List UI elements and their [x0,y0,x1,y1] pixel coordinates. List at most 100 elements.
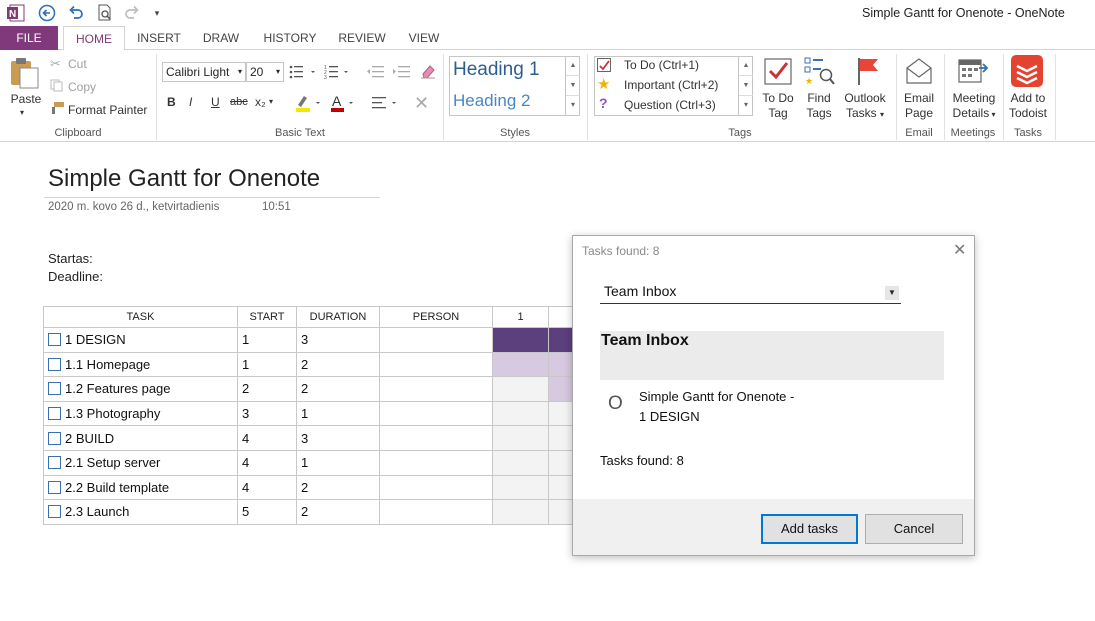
increase-indent-icon[interactable] [392,64,412,80]
start-cell[interactable]: 1 [237,327,297,353]
highlight-color-icon[interactable] [294,93,324,113]
start-cell[interactable]: 3 [237,400,297,427]
person-cell[interactable] [379,351,493,378]
duration-cell[interactable]: 2 [296,474,380,501]
todo-tag-icon[interactable] [763,56,793,86]
tab-draw[interactable]: DRAW [196,26,246,50]
duration-cell[interactable]: 2 [296,499,380,525]
subscript-button[interactable]: x₂ [255,95,266,109]
strikethrough-button[interactable]: abc [230,96,248,108]
duration-cell[interactable]: 1 [296,400,380,427]
outlook-tasks-flag-icon[interactable] [852,56,882,86]
start-cell[interactable]: 4 [237,474,297,501]
paste-icon[interactable] [8,56,42,90]
find-tags-icon[interactable]: ★ [804,56,836,86]
task-bullet-icon[interactable]: O [608,393,623,415]
task-cell[interactable]: 1.2 Features page [43,376,238,402]
person-cell[interactable] [379,400,493,427]
decrease-indent-icon[interactable] [366,64,386,80]
deadline-label[interactable]: Deadline: [48,269,103,284]
add-tasks-button[interactable]: Add tasks [761,514,858,544]
scroll-down-icon[interactable]: ▼ [739,76,753,96]
task-cell[interactable]: 2 BUILD [43,425,238,451]
undo-icon[interactable] [66,3,86,23]
person-cell[interactable] [379,376,493,402]
add-to-todoist-button[interactable]: Add to Todoist [1004,91,1052,121]
start-cell[interactable]: 5 [237,499,297,525]
print-preview-icon[interactable] [95,3,115,23]
tab-view[interactable]: VIEW [402,26,446,50]
todo-checkbox[interactable] [48,456,61,470]
delete-icon[interactable]: ✕ [414,94,429,112]
outlook-tasks-button[interactable]: Outlook Tasks ▾ [840,91,890,122]
tag-important[interactable]: Important (Ctrl+2) [624,78,718,92]
start-cell[interactable]: 2 [237,376,297,402]
italic-button[interactable]: I [189,95,192,109]
tab-insert[interactable]: INSERT [131,26,187,50]
paragraph-alignment-icon[interactable] [371,95,401,111]
todo-tag-button[interactable]: To Do Tag [757,91,799,121]
redo-icon[interactable] [122,3,142,23]
style-heading-1[interactable]: Heading 1 [453,59,540,81]
bullets-icon[interactable] [289,64,319,80]
font-color-icon[interactable]: A [329,93,359,113]
todo-checkbox[interactable] [48,382,61,396]
task-cell[interactable]: 1.1 Homepage [43,351,238,378]
scroll-down-icon[interactable]: ▼ [566,76,580,96]
format-painter-button[interactable]: Format Painter [68,103,147,117]
clear-formatting-icon[interactable] [419,62,437,80]
chevron-down-icon[interactable]: ▼ [885,286,899,300]
close-icon[interactable]: ✕ [953,240,966,260]
duration-cell[interactable]: 2 [296,376,380,402]
page-title[interactable]: Simple Gantt for Onenote [48,165,320,193]
startas-label[interactable]: Startas: [48,251,93,266]
duration-cell[interactable]: 2 [296,351,380,378]
tab-file[interactable]: FILE [0,26,58,50]
scroll-up-icon[interactable]: ▲ [739,56,753,76]
bold-button[interactable]: B [167,95,176,109]
person-cell[interactable] [379,499,493,525]
duration-cell[interactable]: 1 [296,449,380,476]
find-tags-button[interactable]: Find Tags [799,91,839,121]
more-icon[interactable]: ▾ [566,96,580,114]
email-page-button[interactable]: Email Page [898,91,940,121]
onenote-logo-icon[interactable]: N [6,3,26,23]
project-select[interactable]: Team Inbox ▼ [600,280,901,304]
todoist-icon[interactable] [1011,55,1043,87]
person-cell[interactable] [379,449,493,476]
todo-checkbox[interactable] [48,333,61,347]
tags-scrollbar[interactable]: ▲ ▼ ▾ [738,56,753,116]
underline-button[interactable]: U [211,95,220,109]
cut-button[interactable]: Cut [68,57,87,71]
start-cell[interactable]: 4 [237,449,297,476]
person-cell[interactable] [379,425,493,451]
task-cell[interactable]: 2.2 Build template [43,474,238,501]
task-cell[interactable]: 1 DESIGN [43,327,238,353]
tab-review[interactable]: REVIEW [333,26,391,50]
paste-dropdown-icon[interactable]: ▾ [20,108,24,117]
meeting-details-button[interactable]: Meeting Details ▾ [946,91,1002,122]
styles-scrollbar[interactable]: ▲ ▼ ▾ [565,56,580,116]
back-icon[interactable] [37,3,57,23]
duration-cell[interactable]: 3 [296,425,380,451]
tab-home[interactable]: HOME [63,26,125,51]
start-cell[interactable]: 1 [237,351,297,378]
todo-checkbox[interactable] [48,407,61,421]
tab-history[interactable]: HISTORY [258,26,322,50]
person-cell[interactable] [379,327,493,353]
todo-checkbox[interactable] [48,480,61,494]
scroll-up-icon[interactable]: ▲ [566,56,580,76]
tag-question[interactable]: Question (Ctrl+3) [624,98,716,112]
start-cell[interactable]: 4 [237,425,297,451]
email-page-icon[interactable] [904,56,934,86]
numbering-icon[interactable]: 123 [324,64,354,81]
task-cell[interactable]: 2.3 Launch [43,499,238,525]
font-family-select[interactable]: Calibri Light ▾ [162,62,246,82]
person-cell[interactable] [379,474,493,501]
customize-qat-icon[interactable]: ▾ [147,3,167,23]
copy-button[interactable]: Copy [68,80,96,94]
todo-checkbox[interactable] [48,505,61,519]
todo-checkbox[interactable] [48,431,61,445]
paste-button[interactable]: Paste [8,92,44,107]
duration-cell[interactable]: 3 [296,327,380,353]
